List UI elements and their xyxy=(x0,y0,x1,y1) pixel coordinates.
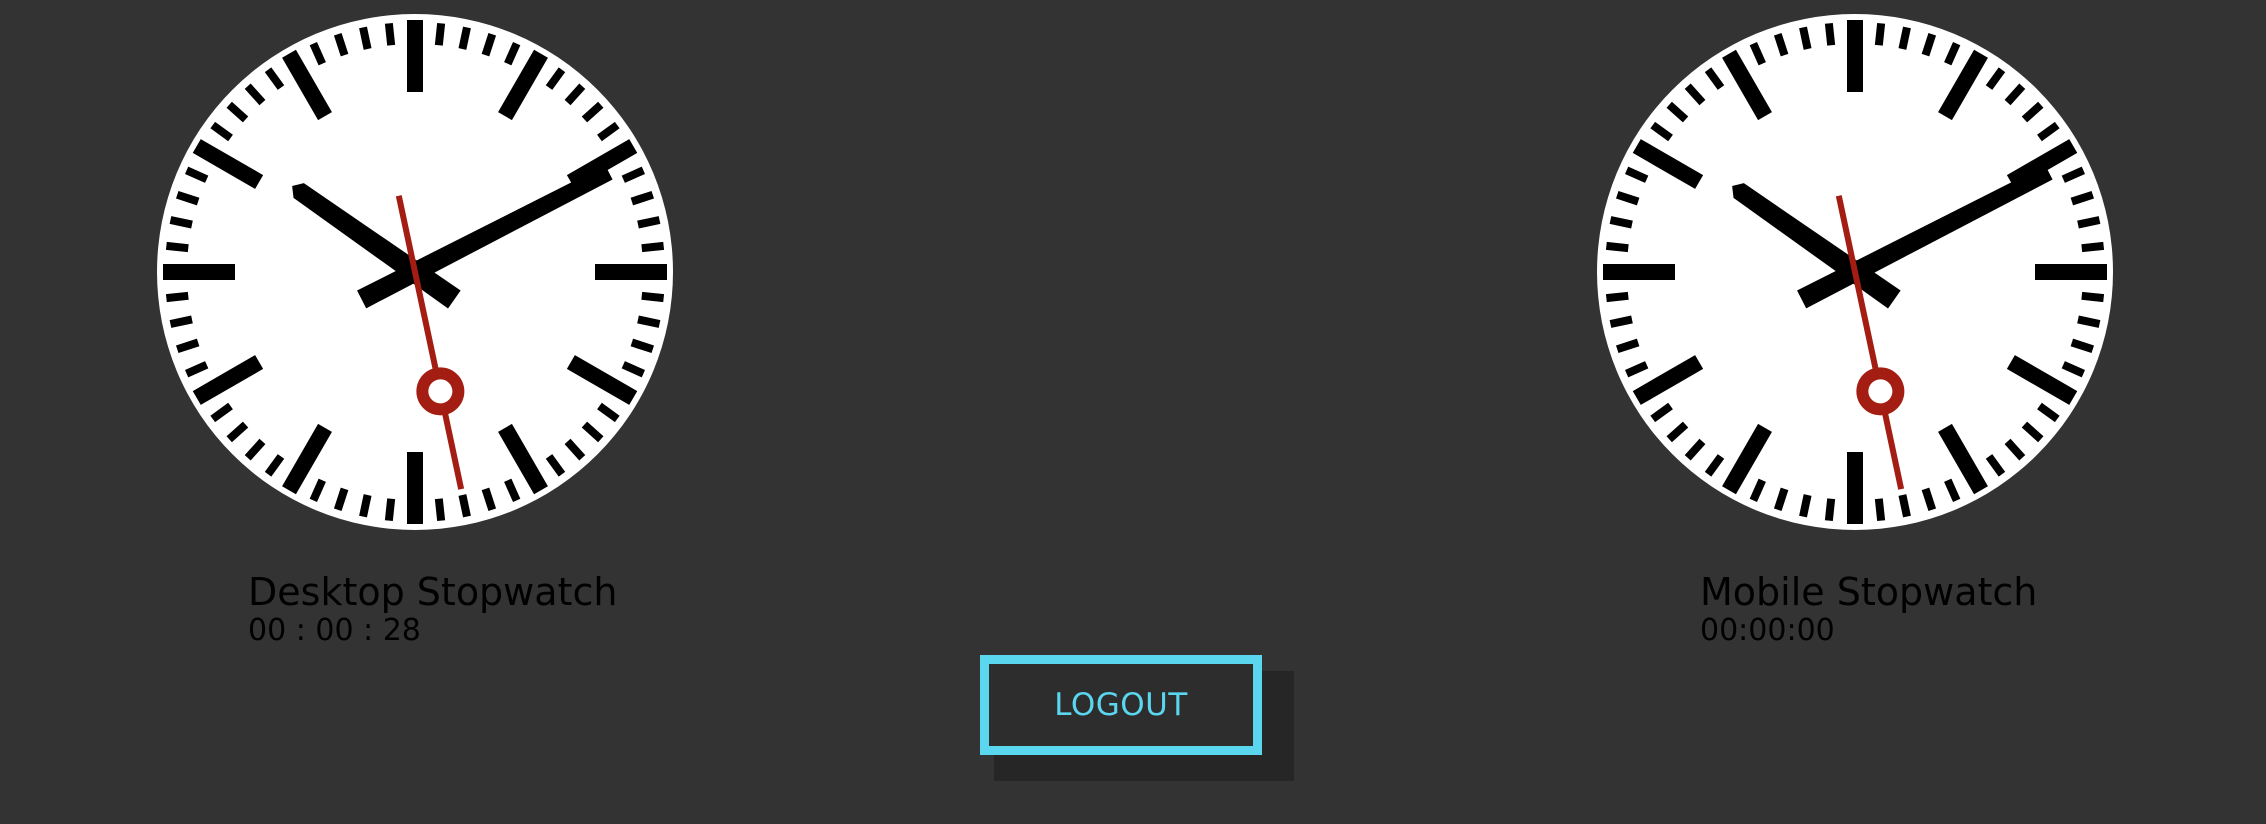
hour-tick xyxy=(2035,264,2107,280)
hour-tick xyxy=(163,264,235,280)
desktop-clock-face xyxy=(157,14,673,530)
stopwatch-page: Desktop Stopwatch 00 : 00 : 28 Mobile St… xyxy=(0,0,2266,824)
hour-tick xyxy=(407,452,423,524)
logout-button[interactable]: LOGOUT xyxy=(980,655,1262,755)
mobile-stopwatch-caption: Mobile Stopwatch 00:00:00 xyxy=(1700,570,2038,648)
hour-tick xyxy=(407,20,423,92)
hour-tick xyxy=(1847,452,1863,524)
hour-tick xyxy=(1603,264,1675,280)
mobile-clock xyxy=(1595,12,2115,532)
mobile-stopwatch-title: Mobile Stopwatch xyxy=(1700,570,2038,614)
logout-container: LOGOUT xyxy=(980,655,1294,781)
mobile-clock-face xyxy=(1597,14,2113,530)
desktop-stopwatch-title: Desktop Stopwatch xyxy=(248,570,618,614)
desktop-stopwatch-caption: Desktop Stopwatch 00 : 00 : 28 xyxy=(248,570,618,648)
hour-tick xyxy=(1847,20,1863,92)
mobile-stopwatch-time: 00:00:00 xyxy=(1700,612,1835,648)
desktop-stopwatch-time: 00 : 00 : 28 xyxy=(248,612,421,648)
desktop-clock xyxy=(155,12,675,532)
hour-tick xyxy=(595,264,667,280)
